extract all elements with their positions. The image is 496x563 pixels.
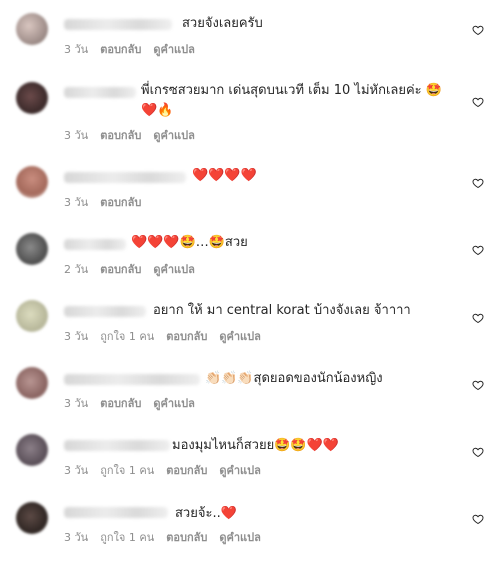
reply-button[interactable]: ตอบกลับ — [166, 330, 207, 343]
heart-outline-icon[interactable] — [472, 446, 484, 458]
translate-button[interactable]: ดูคำแปล — [153, 129, 195, 142]
comment-meta: 3 วัน ตอบกลับ ดูคำแปล — [64, 397, 207, 411]
heart-outline-icon[interactable] — [472, 379, 484, 391]
translate-button[interactable]: ดูคำแปล — [153, 263, 195, 276]
comment-text: สวยจ้ะ..❤️ — [175, 506, 237, 521]
heart-outline-icon[interactable] — [472, 244, 484, 256]
heart-outline-icon[interactable] — [472, 513, 484, 525]
username-blurred[interactable] — [64, 306, 146, 317]
comment-text: มองมุมไหนก็สวยย🤩🤩❤️❤️ — [172, 438, 339, 453]
comment-text: 👏🏻👏🏻👏🏻สุดยอดของนักน้องหญิง — [205, 371, 383, 386]
username-blurred[interactable] — [64, 507, 168, 518]
user-avatar[interactable] — [16, 166, 48, 198]
translate-button[interactable]: ดูคำแปล — [153, 43, 195, 56]
comment-time: 3 วัน — [64, 43, 89, 56]
username-blurred[interactable] — [64, 19, 172, 30]
heart-outline-icon[interactable] — [472, 177, 484, 189]
comment-time: 3 วัน — [64, 330, 89, 343]
comment-text: สวยจังเลยครับ — [182, 16, 263, 31]
comment-time: 3 วัน — [64, 196, 89, 209]
comment-meta: 3 วัน ถูกใจ 1 คน ตอบกลับ ดูคำแปล — [64, 330, 273, 344]
user-avatar[interactable] — [16, 502, 48, 534]
comment-time: 3 วัน — [64, 464, 89, 477]
comment-text: พี่เกรซสวยมาก เด่นสุดบนเวที เต็ม 10 ไม่ห… — [141, 83, 442, 118]
comment-meta: 3 วัน ตอบกลับ ดูคำแปล — [64, 43, 207, 57]
user-avatar[interactable] — [16, 367, 48, 399]
comment-time: 2 วัน — [64, 263, 89, 276]
comment-meta: 3 วัน ถูกใจ 1 คน ตอบกลับ ดูคำแปล — [64, 531, 273, 545]
reply-button[interactable]: ตอบกลับ — [100, 196, 141, 209]
username-blurred[interactable] — [64, 440, 170, 451]
user-avatar[interactable] — [16, 82, 48, 114]
comment-meta: 3 วัน ตอบกลับ — [64, 196, 153, 210]
translate-button[interactable]: ดูคำแปล — [153, 397, 195, 410]
reply-button[interactable]: ตอบกลับ — [100, 263, 141, 276]
reply-button[interactable]: ตอบกลับ — [100, 129, 141, 142]
translate-button[interactable]: ดูคำแปล — [219, 464, 261, 477]
user-avatar[interactable] — [16, 434, 48, 466]
comment-meta: 2 วัน ตอบกลับ ดูคำแปล — [64, 263, 207, 277]
like-count[interactable]: ถูกใจ 1 คน — [100, 464, 154, 477]
translate-button[interactable]: ดูคำแปล — [219, 531, 261, 544]
like-count[interactable]: ถูกใจ 1 คน — [100, 531, 154, 544]
username-blurred[interactable] — [64, 374, 200, 385]
comment-time: 3 วัน — [64, 129, 89, 142]
comment-text: ❤️❤️❤️❤️ — [192, 168, 257, 183]
user-avatar[interactable] — [16, 233, 48, 265]
username-blurred[interactable] — [64, 87, 136, 98]
heart-outline-icon[interactable] — [472, 24, 484, 36]
username-blurred[interactable] — [64, 239, 126, 250]
username-blurred[interactable] — [64, 172, 186, 183]
comment-time: 3 วัน — [64, 531, 89, 544]
heart-outline-icon[interactable] — [472, 312, 484, 324]
comment-text: ❤️❤️❤️🤩…🤩สวย — [131, 235, 248, 250]
like-count[interactable]: ถูกใจ 1 คน — [100, 330, 154, 343]
comment-meta: 3 วัน ถูกใจ 1 คน ตอบกลับ ดูคำแปล — [64, 464, 273, 478]
reply-button[interactable]: ตอบกลับ — [166, 464, 207, 477]
translate-button[interactable]: ดูคำแปล — [219, 330, 261, 343]
reply-button[interactable]: ตอบกลับ — [166, 531, 207, 544]
comment-time: 3 วัน — [64, 397, 89, 410]
user-avatar[interactable] — [16, 13, 48, 45]
comment-meta: 3 วัน ตอบกลับ ดูคำแปล — [64, 129, 207, 143]
comment-text: อยาก ให้ มา central korat บ้างจังเลย จ้า… — [153, 303, 411, 318]
heart-outline-icon[interactable] — [472, 96, 484, 108]
reply-button[interactable]: ตอบกลับ — [100, 397, 141, 410]
reply-button[interactable]: ตอบกลับ — [100, 43, 141, 56]
user-avatar[interactable] — [16, 300, 48, 332]
